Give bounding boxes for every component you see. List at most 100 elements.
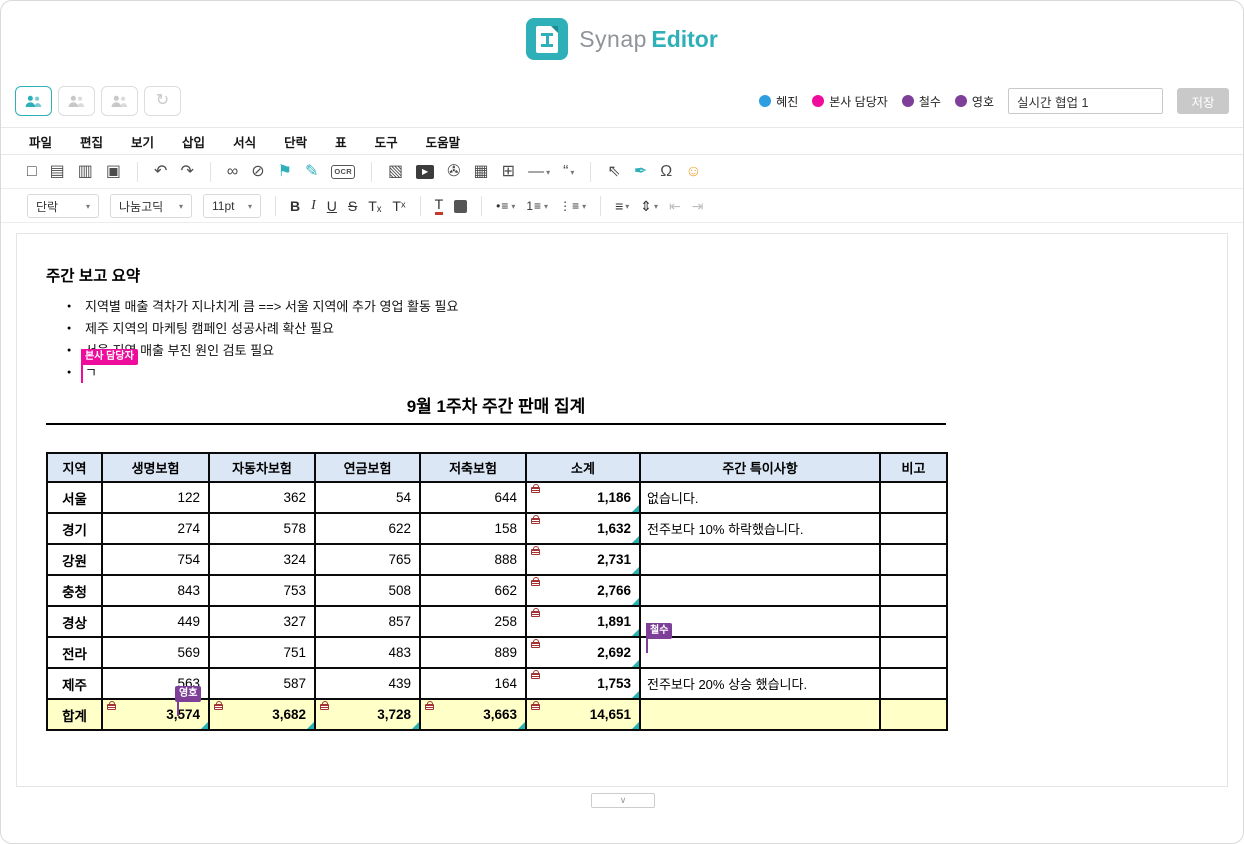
value-cell[interactable]: 3,728 [315,699,420,730]
value-cell[interactable]: 889 [420,637,526,668]
value-cell[interactable]: 483 [315,637,420,668]
value-cell[interactable]: 508 [315,575,420,606]
value-cell[interactable]: 158 [420,513,526,544]
collab-sync-button[interactable]: ↻ [144,86,181,116]
remark-cell[interactable] [880,606,947,637]
bullet-item[interactable]: ㄱ [67,362,458,384]
column-header[interactable]: 소계 [526,453,640,482]
note-cell[interactable] [640,637,880,668]
remark-cell[interactable] [880,575,947,606]
value-cell[interactable]: 569 [102,637,209,668]
link-icon[interactable]: ∞ [227,164,238,180]
value-cell[interactable]: 3,663 [420,699,526,730]
insert-video-icon[interactable]: ▶ [416,165,434,179]
insert-image-icon[interactable]: ▧ [388,164,403,180]
value-cell[interactable]: 587 [209,668,315,699]
value-cell[interactable]: 644 [420,482,526,513]
document-heading[interactable]: 주간 보고 요약 [46,264,140,286]
remark-cell[interactable] [880,482,947,513]
insert-table-icon[interactable]: ▦ [474,164,489,180]
page-layout-icon[interactable]: ▣ [106,164,121,180]
indent-button[interactable]: ⇥ [692,199,704,213]
remark-cell[interactable] [880,544,947,575]
remark-cell[interactable] [880,513,947,544]
font-color-button[interactable]: T [435,197,444,215]
column-header[interactable]: 생명보험 [102,453,209,482]
column-header[interactable]: 자동차보험 [209,453,315,482]
value-cell[interactable]: 753 [209,575,315,606]
collab-invite-button[interactable] [101,86,138,116]
italic-button[interactable]: I [311,199,316,213]
region-cell[interactable]: 제주 [47,668,102,699]
subtotal-cell[interactable]: 2,692 [526,637,640,668]
font-family-dropdown[interactable]: 나눔고딕 ▾ [110,194,192,218]
subtotal-cell[interactable]: 1,891 [526,606,640,637]
value-cell[interactable]: 3,682 [209,699,315,730]
value-cell[interactable]: 578 [209,513,315,544]
insert-frame-icon[interactable]: ⊞ [502,164,515,180]
value-cell[interactable]: 439 [315,668,420,699]
align-button[interactable]: ≡▾ [615,199,629,213]
bullet-item[interactable]: 지역별 매출 격차가 지나치게 큼 ==> 서울 지역에 추가 영업 활동 필요 [67,296,458,318]
column-header[interactable]: 지역 [47,453,102,482]
remark-cell[interactable] [880,637,947,668]
value-cell[interactable]: 327 [209,606,315,637]
new-document-icon[interactable]: □ [27,164,37,180]
ocr-icon[interactable]: OCR [331,165,355,179]
undo-icon[interactable]: ↶ [154,164,167,180]
value-cell[interactable]: 449 [102,606,209,637]
subtotal-cell[interactable]: 2,766 [526,575,640,606]
value-cell[interactable]: 857 [315,606,420,637]
value-cell[interactable]: 274 [102,513,209,544]
subtotal-cell[interactable]: 1,632 [526,513,640,544]
note-cell[interactable] [640,575,880,606]
menu-item[interactable]: 파일 [29,132,52,151]
value-cell[interactable]: 54 [315,482,420,513]
note-cell[interactable] [640,606,880,637]
subtotal-cell[interactable]: 14,651 [526,699,640,730]
subscript-button[interactable]: Tₓ [368,199,381,213]
menu-item[interactable]: 표 [335,132,347,151]
note-cell[interactable]: 전주보다 20% 상승 했습니다. [640,668,880,699]
document-info-icon[interactable]: ▥ [78,164,93,180]
open-document-icon[interactable]: ▤ [50,164,65,180]
highlight-pen-icon[interactable]: ✎ [305,164,318,180]
collapse-panel-button[interactable]: ∨ [591,793,655,808]
menu-item[interactable]: 삽입 [182,132,205,151]
blockquote-icon[interactable]: “▾ [563,164,574,180]
value-cell[interactable]: 258 [420,606,526,637]
region-cell[interactable]: 서울 [47,482,102,513]
draw-shape-icon[interactable]: ✒ [634,164,647,180]
region-cell[interactable]: 경상 [47,606,102,637]
subtotal-cell[interactable]: 1,753 [526,668,640,699]
realtime-collab-button[interactable] [15,86,52,116]
menu-item[interactable]: 보기 [131,132,154,151]
region-cell[interactable]: 충청 [47,575,102,606]
horizontal-line-icon[interactable]: —▾ [528,164,550,180]
underline-button[interactable]: U [327,199,337,213]
menu-item[interactable]: 단락 [284,132,307,151]
value-cell[interactable]: 765 [315,544,420,575]
save-button[interactable]: 저장 [1177,88,1229,114]
region-cell[interactable]: 강원 [47,544,102,575]
paragraph-style-dropdown[interactable]: 단락 ▾ [27,194,99,218]
value-cell[interactable]: 3,574 [102,699,209,730]
value-cell[interactable]: 122 [102,482,209,513]
table-title[interactable]: 9월 1주차 주간 판매 집계 [46,392,946,417]
value-cell[interactable]: 662 [420,575,526,606]
region-cell[interactable]: 전라 [47,637,102,668]
menu-item[interactable]: 편집 [80,132,103,151]
multilevel-list-button[interactable]: ⋮≡▾ [559,200,586,212]
line-spacing-button[interactable]: ⇕▾ [640,199,658,213]
outdent-button[interactable]: ⇤ [669,199,681,213]
value-cell[interactable]: 843 [102,575,209,606]
subtotal-cell[interactable]: 2,731 [526,544,640,575]
menu-item[interactable]: 도움말 [426,132,461,151]
value-cell[interactable]: 888 [420,544,526,575]
redo-icon[interactable]: ↷ [180,164,193,180]
menu-item[interactable]: 도구 [375,132,398,151]
region-cell[interactable]: 합계 [47,699,102,730]
unlink-icon[interactable]: ⊘ [251,164,264,180]
emoji-icon[interactable]: ☺ [685,164,701,180]
special-character-icon[interactable]: Ω [660,164,672,180]
